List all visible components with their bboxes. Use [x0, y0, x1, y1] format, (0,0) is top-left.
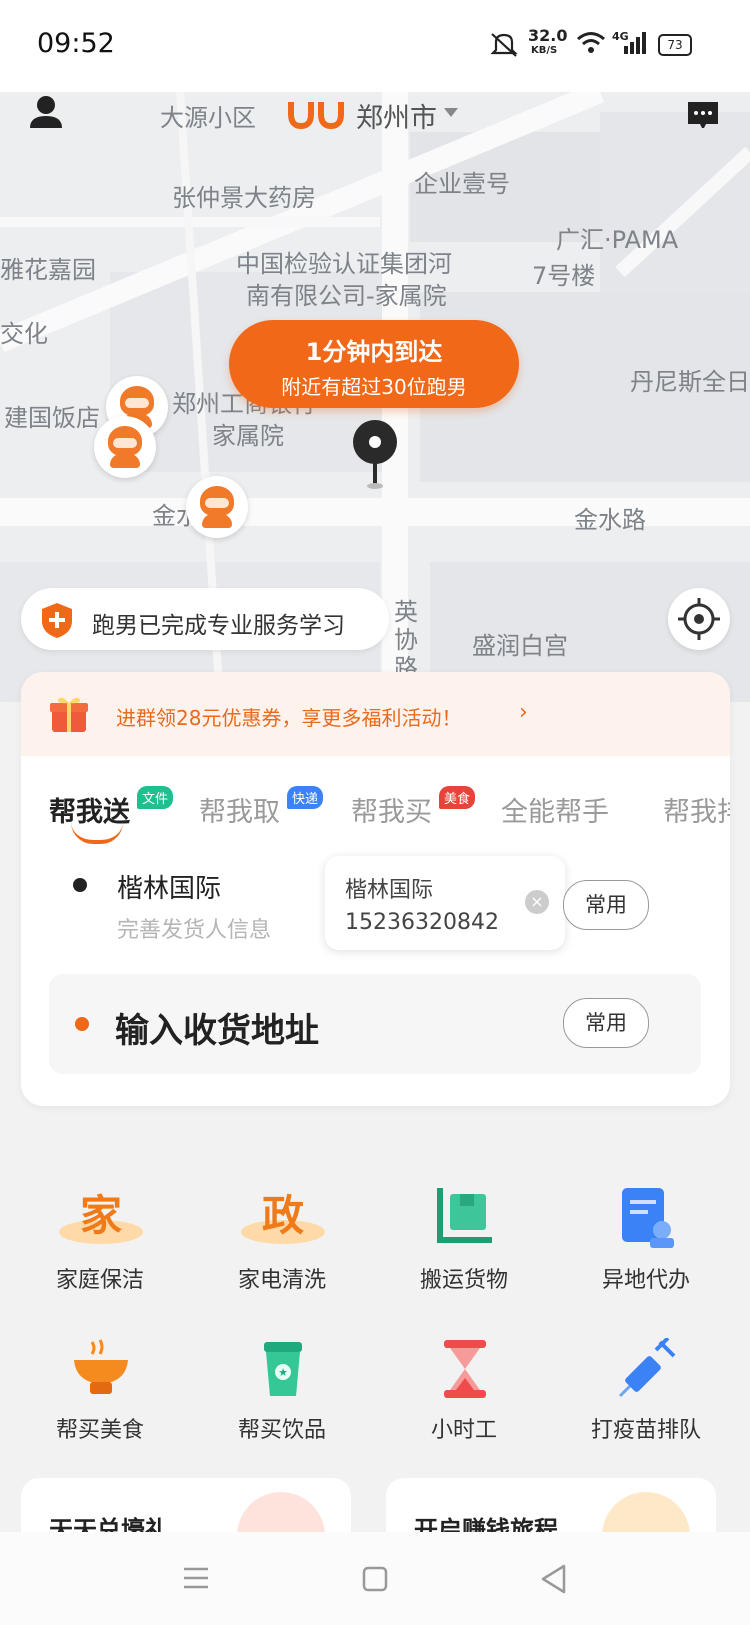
sender-address[interactable]: 楷林国际	[117, 868, 221, 905]
receiver-placeholder: 输入收货地址	[115, 1011, 319, 1051]
tab-queue[interactable]: 帮我排	[663, 790, 730, 829]
runner-marker	[94, 416, 156, 478]
service-buy-food[interactable]: 帮买美食	[10, 1322, 190, 1452]
svg-text:家: 家	[80, 1191, 122, 1240]
zheng-icon: 政	[241, 1191, 325, 1244]
system-nav-bar	[0, 1532, 750, 1625]
chevron-right-icon: ›	[519, 700, 528, 725]
status-bar: 09:52 32.0 KB/S 4G 73	[0, 0, 750, 92]
contact-name: 楷林国际	[345, 878, 434, 903]
map-label: 家属院	[212, 422, 284, 450]
service-moving[interactable]: 搬运货物	[374, 1172, 554, 1302]
message-icon[interactable]	[686, 100, 720, 128]
service-label: 异地代办	[601, 1268, 690, 1293]
promo-text: 进群领28元优惠券，享更多福利活动！	[116, 706, 462, 730]
service-label: 帮买饮品	[237, 1418, 326, 1443]
tab-helper[interactable]: 全能帮手	[501, 790, 609, 829]
signal-icon	[624, 32, 646, 54]
service-buy-drinks[interactable]: ★ 帮买饮品	[192, 1322, 372, 1452]
locate-me-icon[interactable]	[668, 588, 730, 650]
document-icon	[622, 1188, 674, 1248]
service-label: 家庭保洁	[55, 1268, 144, 1293]
home-icon[interactable]	[362, 1566, 388, 1592]
map-label: 金水路	[574, 506, 646, 534]
tab-buy[interactable]: 帮我买	[351, 790, 432, 829]
sender-common-button[interactable]: 常用	[563, 880, 649, 930]
contact-popover[interactable]: 楷林国际 15236320842 ×	[325, 856, 565, 950]
service-hourly-worker[interactable]: 小时工	[374, 1322, 554, 1452]
chevron-down-icon[interactable]	[444, 108, 458, 117]
map-label: 广汇·PAMA	[556, 226, 679, 254]
uu-logo-icon	[288, 102, 344, 130]
battery-icon: 73	[658, 34, 692, 56]
contact-phone: 15236320842	[345, 910, 499, 935]
service-label: 帮买美食	[55, 1418, 144, 1443]
city-selector[interactable]: 郑州市	[356, 96, 437, 135]
service-label: 搬运货物	[419, 1268, 508, 1293]
gift-icon	[50, 697, 88, 732]
jia-icon: 家	[59, 1191, 143, 1244]
shield-icon	[42, 603, 72, 638]
wifi-icon	[577, 32, 605, 53]
food-icon	[74, 1339, 128, 1394]
tab-pickup[interactable]: 帮我取	[199, 790, 280, 829]
sender-subtitle[interactable]: 完善发货人信息	[117, 912, 271, 944]
service-errand[interactable]: 异地代办	[556, 1172, 736, 1302]
battery-level: 73	[667, 38, 683, 52]
clear-icon[interactable]: ×	[525, 890, 549, 914]
hourglass-icon	[444, 1340, 486, 1398]
tab-active-indicator	[71, 822, 123, 844]
menu-icon[interactable]	[182, 1566, 210, 1590]
sender-dot	[73, 878, 87, 892]
map-label: 中国检验认证集团河	[236, 250, 452, 278]
service-label: 家电清洗	[237, 1268, 326, 1293]
location-pin-icon	[353, 420, 397, 489]
map-label: 7号楼	[532, 262, 596, 290]
cart-icon	[437, 1188, 492, 1243]
promo-banner[interactable]: 进群领28元优惠券，享更多福利活动！ ›	[21, 672, 730, 756]
mute-bell-icon	[490, 33, 518, 57]
net-unit: KB/S	[531, 45, 558, 56]
receiver-common-button[interactable]: 常用	[563, 998, 649, 1048]
syringe-icon	[618, 1338, 676, 1398]
svg-text:政: 政	[262, 1191, 304, 1240]
receiver-dot	[75, 1017, 89, 1031]
map-label: 建国饭店	[4, 404, 100, 432]
drink-icon: ★	[264, 1342, 302, 1396]
map-label: 大源小区	[160, 104, 256, 132]
map-label: 交化	[0, 320, 48, 348]
map-label: 雅花嘉园	[0, 256, 96, 284]
service-label: 打疫苗排队	[590, 1418, 701, 1443]
eta-subtitle: 附近有超过30位跑男	[281, 375, 467, 399]
status-time: 09:52	[37, 28, 115, 59]
runner-marker	[186, 476, 248, 538]
eta-title: 1分钟内到达	[305, 338, 443, 366]
tab-tag: 美食	[439, 786, 476, 809]
map-label: 张仲景大药房	[172, 184, 316, 212]
service-home-cleaning[interactable]: 家 家庭保洁	[10, 1172, 190, 1302]
map-label: 盛润白宫	[472, 632, 568, 660]
map-label: 企业壹号	[414, 170, 510, 198]
order-card: 进群领28元优惠券，享更多福利活动！ › 帮我送 文件 帮我取 快递 帮我买 美…	[21, 672, 730, 1106]
svg-text:★: ★	[278, 1366, 288, 1379]
service-vaccine-queue[interactable]: 打疫苗排队	[556, 1322, 736, 1452]
service-label: 小时工	[430, 1418, 497, 1443]
receiver-field[interactable]: 输入收货地址 常用	[49, 974, 701, 1074]
service-appliance-cleaning[interactable]: 政 家电清洗	[192, 1172, 372, 1302]
profile-icon[interactable]	[28, 94, 64, 130]
map-label: 丹尼斯全日	[630, 368, 750, 396]
tab-tag: 快递	[287, 786, 324, 809]
certified-text: 跑男已完成专业服务学习	[92, 613, 345, 639]
tab-tag: 文件	[137, 786, 174, 809]
net-speed: 32.0	[528, 26, 568, 45]
map-label: 南有限公司-家属院	[246, 282, 447, 310]
eta-bubble: 1分钟内到达 附近有超过30位跑男	[229, 320, 519, 408]
back-icon[interactable]	[540, 1564, 566, 1594]
